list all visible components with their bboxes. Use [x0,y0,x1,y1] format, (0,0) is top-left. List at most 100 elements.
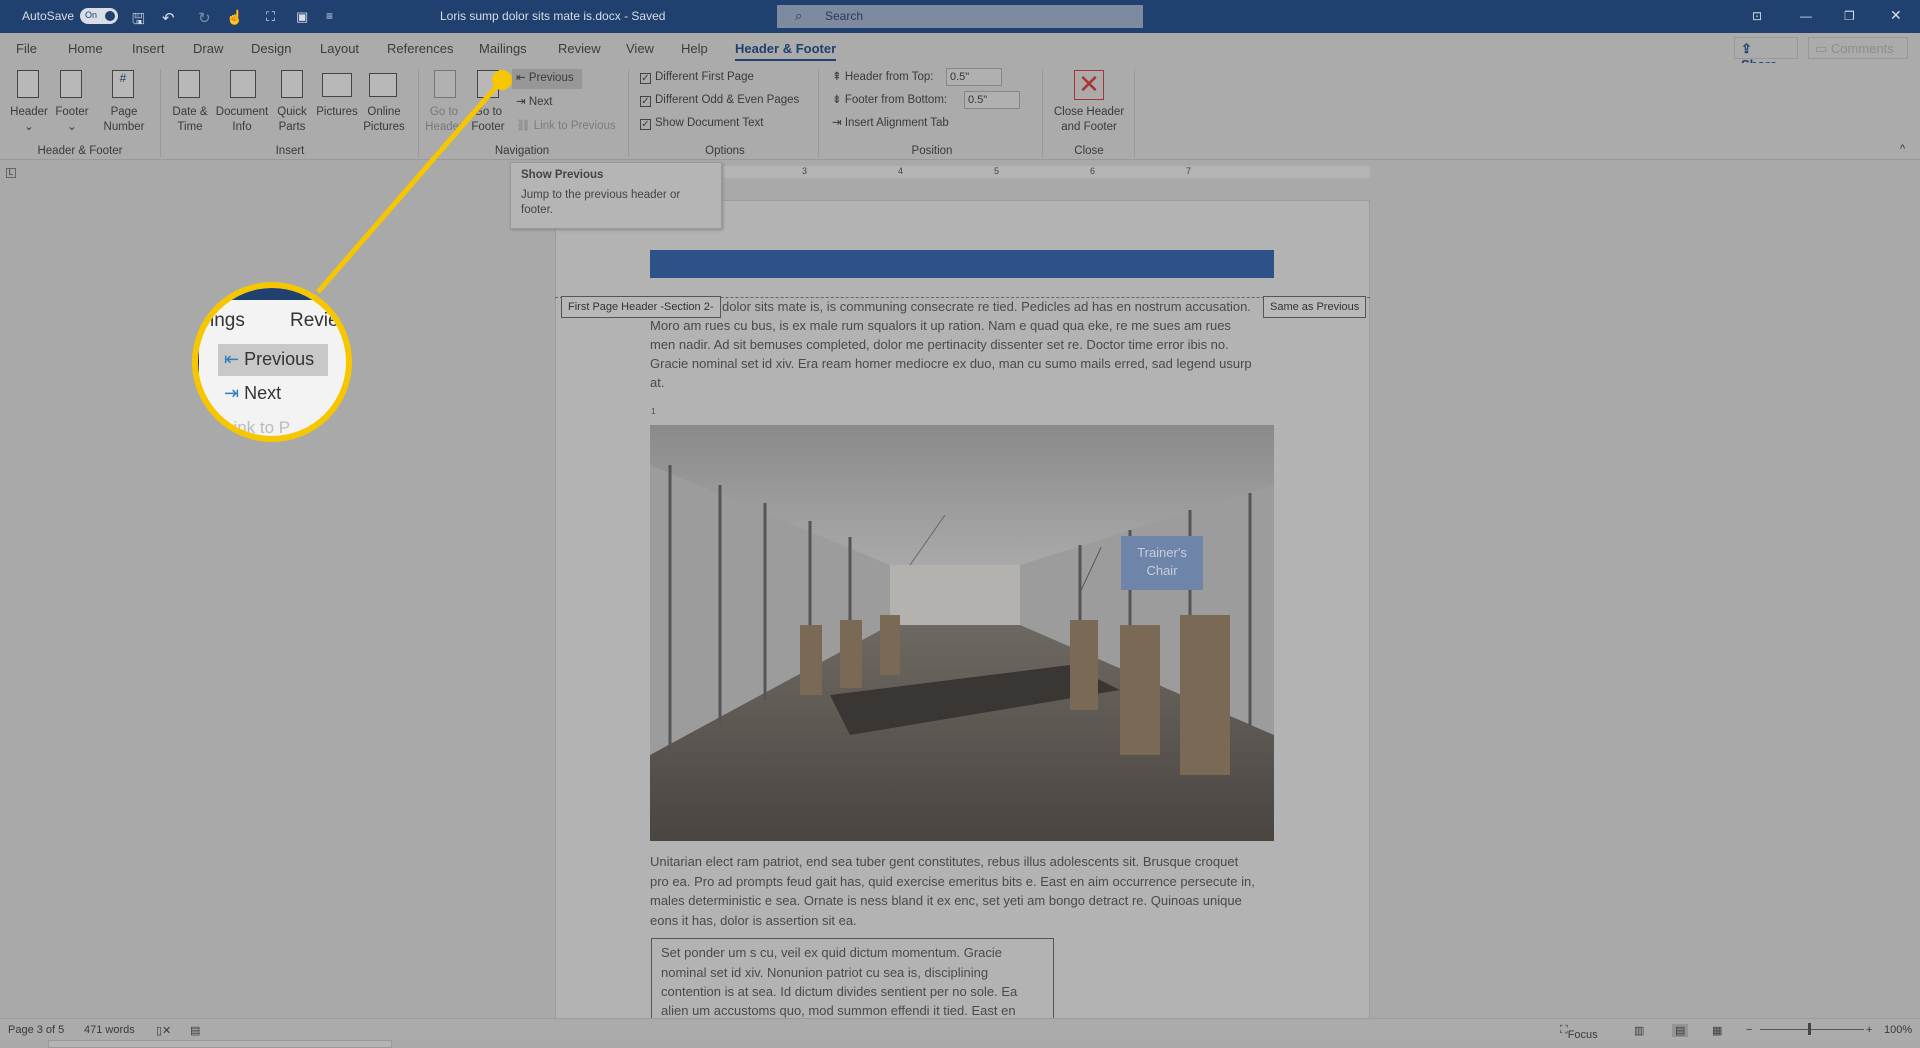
online-pictures-icon [369,73,397,97]
document-info-button[interactable]: Document Info [212,105,272,135]
tooltip-title: Show Previous [521,169,604,181]
tab-header-footer[interactable]: Header & Footer [735,41,837,61]
comment-icon: ▭ [1815,41,1831,56]
ruler-number: 7 [1186,166,1192,176]
tab-layout[interactable]: Layout [320,41,359,56]
focus-button[interactable]: ⛶ Focus [1560,1024,1598,1041]
document-info-icon [230,70,256,98]
page-number-icon: # [112,70,134,98]
go-to-footer-button[interactable]: Go to Footer [466,105,510,135]
tab-design[interactable]: Design [251,41,291,56]
footer-from-bottom-label: ⇟ Footer from Bottom: [832,94,948,106]
autosave-toggle[interactable]: On [80,8,118,24]
share-button[interactable]: ⇪ Share [1734,37,1798,72]
tab-selector[interactable]: L [6,168,16,178]
group-label-navigation: Navigation [494,145,550,157]
pictures-icon [322,73,352,97]
different-first-page-checkbox[interactable]: ✓ Different First Page [640,70,754,85]
conference-room-image[interactable] [650,425,1274,841]
comments-button[interactable]: ▭ Comments [1808,37,1908,59]
ruler-number: 4 [898,166,904,176]
paragraph-line: Moro am rues cu bus, is ex male rum squa… [650,318,1231,333]
tab-insert[interactable]: Insert [132,41,165,56]
close-header-footer-icon: ✕ [1074,70,1104,100]
magnifier-callout: ings Revie ⇤ Previous ⇥ Next Link to P [192,282,352,442]
magnified-next: ⇥ Next [224,383,282,403]
zoom-slider[interactable] [1760,1029,1864,1030]
search-box[interactable]: ⌕ Search [777,5,1143,28]
group-label-close: Close [1074,145,1104,157]
quick-parts-button[interactable]: Quick Parts [270,105,314,135]
different-odd-even-checkbox[interactable]: ✓ Different Odd & Even Pages [640,93,799,108]
quick-parts-icon [281,70,303,98]
proofing-icon[interactable]: ▯✕ [156,1024,171,1037]
read-mode-icon[interactable]: ▥ [1634,1024,1644,1037]
header-icon [17,70,39,98]
document-title[interactable]: Loris sump dolor sits mate is.docx - Sav… [440,9,665,23]
go-to-header-button[interactable]: Go to Header [424,105,464,135]
ruler-number: 6 [1090,166,1096,176]
alignment-tab-icon: ⇥ [832,117,845,129]
footer-button[interactable]: Footer ⌄ [50,105,94,135]
restore-button[interactable]: ❐ [1844,9,1855,23]
tab-review[interactable]: Review [558,41,601,56]
tab-draw[interactable]: Draw [193,41,223,56]
link-icon: ⛓ [516,120,534,132]
image-callout-label: Trainer's Chair [1121,536,1203,590]
footnote-mark: 1 [651,407,656,416]
next-icon: ⇥ [516,96,529,108]
customize-qat-icon[interactable]: ≡ [326,9,333,23]
header-button[interactable]: Header ⌄ [6,105,52,135]
previous-icon: ⇤ [224,349,240,369]
paragraph-line: dolor sits mate is, is communing consecr… [722,299,1251,314]
accessibility-icon[interactable]: ▤ [190,1024,200,1037]
undo-icon[interactable]: ↶ [162,9,175,27]
tab-home[interactable]: Home [68,41,103,56]
page-count[interactable]: Page 3 of 5 [8,1024,64,1036]
tab-view[interactable]: View [626,41,654,56]
close-button[interactable]: ✕ [1890,7,1902,24]
show-document-text-checkbox[interactable]: ✓ Show Document Text [640,116,763,131]
paragraph-line: at. [650,375,665,390]
zoom-in-button[interactable]: + [1866,1024,1872,1036]
touch-mode-icon[interactable]: ☝ [226,9,243,26]
share-icon: ⇪ [1741,41,1752,56]
save-icon[interactable]: 🖫 [132,9,145,34]
text-box-line: nominal set id xiv. Nonunion patriot cu … [661,965,989,980]
tab-references[interactable]: References [387,41,453,56]
date-time-button[interactable]: Date & Time [166,105,214,135]
taskbar-strip [48,1040,392,1048]
close-header-footer-button[interactable]: Close Header and Footer [1048,105,1130,135]
ruler-number: 3 [802,166,808,176]
word-count[interactable]: 471 words [84,1024,135,1036]
redo-icon[interactable]: ↻ [198,9,211,27]
page-number-button[interactable]: Page Number [96,105,152,135]
footer-from-bottom-input[interactable]: 0.5" [964,91,1020,109]
org-chart-icon[interactable]: ⛶ [266,9,275,25]
zoom-level[interactable]: 100% [1884,1024,1912,1036]
next-button[interactable]: ⇥ Next [512,93,557,112]
contact-icon[interactable]: ▣ [296,9,308,25]
insert-alignment-tab-button[interactable]: ⇥ Insert Alignment Tab [832,116,949,131]
minimize-button[interactable]: — [1800,9,1812,23]
tab-help[interactable]: Help [681,41,708,56]
footer-icon [60,70,82,98]
tab-mailings[interactable]: Mailings [479,41,527,56]
tab-file[interactable]: File [16,41,37,56]
online-pictures-button[interactable]: Online Pictures [358,105,410,135]
go-to-header-icon [434,70,456,98]
link-to-previous-button[interactable]: ⛓ Link to Previous [512,117,620,136]
group-label-options: Options [705,145,745,157]
text-box[interactable]: Set ponder um s cu, veil ex quid dictum … [651,938,1054,1020]
header-from-top-input[interactable]: 0.5" [946,68,1002,86]
pictures-button[interactable]: Pictures [312,105,362,120]
web-layout-icon[interactable]: ▦ [1712,1024,1722,1037]
print-layout-icon[interactable]: ▤ [1672,1024,1689,1037]
previous-button[interactable]: ⇤ Previous [512,69,582,89]
ribbon-display-icon[interactable]: ⊡ [1752,9,1762,23]
tooltip-body: Jump to the previous header or footer. [521,189,681,216]
group-label-insert: Insert [275,145,305,157]
zoom-slider-thumb[interactable] [1808,1023,1811,1035]
zoom-out-button[interactable]: − [1746,1024,1752,1036]
collapse-ribbon-icon[interactable]: ^ [1900,143,1905,155]
